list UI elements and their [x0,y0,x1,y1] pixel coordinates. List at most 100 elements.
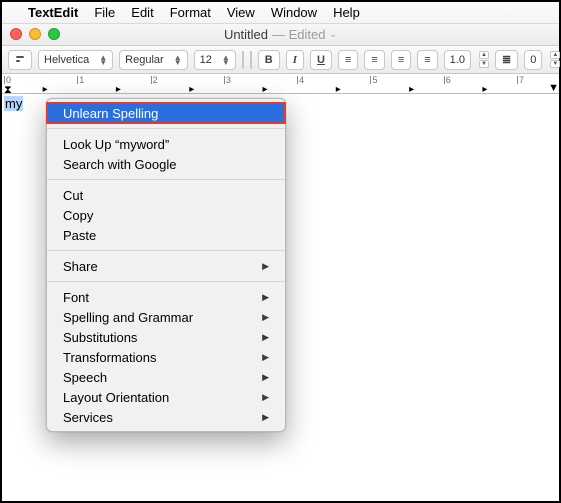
menu-help[interactable]: Help [333,5,360,20]
app-menu[interactable]: TextEdit [28,5,78,20]
bold-label: B [265,54,273,66]
ruler-tick [297,76,298,84]
underline-button[interactable]: U [310,50,332,70]
list-level-stepper[interactable]: ▲▼ [550,51,560,68]
context-menu-item-label: Services [63,410,113,425]
spacing-value: 1.0 [450,54,465,66]
context-menu-item[interactable]: Font [47,287,285,307]
ruler-number: 7 [519,75,524,85]
ruler-tick [224,76,225,84]
line-spacing-field[interactable]: 1.0 [444,50,471,70]
ruler-tick [151,76,152,84]
context-menu-separator [47,128,285,129]
italic-label: I [293,54,297,66]
ruler[interactable]: ⧗ ▼ 01▸2▸3▸4▸5▸6▸7▸ [2,74,559,94]
context-menu-item-label: Copy [63,208,93,223]
document-area[interactable]: my Unlearn Spelling Look Up “myword” Searc… [2,94,559,501]
list-level-value: 0 [530,54,536,66]
ruler-number: 3 [226,75,231,85]
ruler-number: 6 [446,75,451,85]
zoom-window-button[interactable] [48,28,60,40]
menu-window[interactable]: Window [271,5,317,20]
context-menu-item[interactable]: Layout Orientation [47,387,285,407]
ruler-tick [4,76,5,84]
font-style-value: Regular [125,54,164,66]
window-titlebar: Untitled — Edited ⌄ [2,24,559,46]
font-style-select[interactable]: Regular ▲▼ [119,50,187,70]
context-menu-item[interactable]: Transformations [47,347,285,367]
context-menu-separator [47,281,285,282]
list-style-button[interactable]: ≣ [495,50,518,70]
context-menu-item[interactable]: Copy [47,205,285,225]
context-menu-item-label: Search with Google [63,157,176,172]
title-text: Untitled [224,27,268,42]
context-menu-item-label: Speech [63,370,107,385]
ruler-number: 1 [79,75,84,85]
ruler-tick [517,76,518,84]
chevrons-icon: ▲▼ [174,55,182,65]
font-size-value: 12 [200,54,212,66]
align-right-button[interactable]: ≡ [391,50,411,70]
context-menu: Unlearn Spelling Look Up “myword” Search w… [46,98,286,432]
italic-button[interactable]: I [286,50,304,70]
font-size-select[interactable]: 12 ▲▼ [194,50,236,70]
menu-edit[interactable]: Edit [131,5,153,20]
context-menu-item[interactable]: Services [47,407,285,427]
line-spacing-stepper[interactable]: ▲▼ [479,51,489,68]
ruler-tick [77,76,78,84]
selected-text[interactable]: my [4,96,23,111]
menu-format[interactable]: Format [170,5,211,20]
paragraph-icon [15,53,25,67]
close-window-button[interactable] [10,28,22,40]
font-family-select[interactable]: Helvetica ▲▼ [38,50,113,70]
context-menu-item[interactable]: Speech [47,367,285,387]
title-dropdown-icon[interactable]: ⌄ [330,29,338,40]
context-menu-item[interactable]: Substitutions [47,327,285,347]
font-family-value: Helvetica [44,54,89,66]
format-toolbar: Helvetica ▲▼ Regular ▲▼ 12 ▲▼ B I U ≡ ≡ … [2,46,559,74]
document-title[interactable]: Untitled — Edited ⌄ [224,27,337,42]
chevrons-icon: ▲▼ [222,55,230,65]
title-edited-indicator: — Edited [272,27,325,42]
system-menubar: TextEdit File Edit Format View Window He… [2,2,559,24]
right-margin-marker-icon[interactable]: ▼ [548,82,559,94]
minimize-window-button[interactable] [29,28,41,40]
context-menu-item-label: Look Up “myword” [63,137,169,152]
underline-label: U [317,54,325,66]
align-left-button[interactable]: ≡ [338,50,358,70]
context-menu-item-label: Paste [63,228,96,243]
ruler-tick [370,76,371,84]
list-level-field[interactable]: 0 [524,50,542,70]
context-menu-item[interactable]: Share [47,256,285,276]
ruler-number: 0 [6,75,11,85]
context-menu-item-label: Spelling and Grammar [63,310,193,325]
context-menu-item-label: Substitutions [63,330,137,345]
context-menu-item[interactable]: Unlearn Spelling [47,103,285,123]
align-center-button[interactable]: ≡ [364,50,384,70]
context-menu-item-label: Share [63,259,98,274]
menu-file[interactable]: File [94,5,115,20]
text-color-swatch[interactable] [242,51,244,69]
context-menu-separator [47,250,285,251]
context-menu-item-label: Cut [63,188,83,203]
context-menu-item-label: Unlearn Spelling [63,106,158,121]
context-menu-separator [47,179,285,180]
ruler-tick [444,76,445,84]
context-menu-item-label: Font [63,290,89,305]
chevrons-icon: ▲▼ [99,55,107,65]
context-menu-item[interactable]: Spelling and Grammar [47,307,285,327]
bold-button[interactable]: B [258,50,280,70]
context-menu-item-label: Layout Orientation [63,390,169,405]
context-menu-item[interactable]: Cut [47,185,285,205]
context-menu-item[interactable]: Paste [47,225,285,245]
menu-view[interactable]: View [227,5,255,20]
highlight-color-swatch[interactable] [250,51,252,69]
context-menu-item[interactable]: Search with Google [47,154,285,174]
ruler-number: 2 [153,75,158,85]
align-justify-button[interactable]: ≡ [417,50,437,70]
context-menu-item-label: Transformations [63,350,156,365]
ruler-number: 4 [299,75,304,85]
paragraph-styles-button[interactable] [8,50,32,70]
ruler-number: 5 [372,75,377,85]
context-menu-item[interactable]: Look Up “myword” [47,134,285,154]
